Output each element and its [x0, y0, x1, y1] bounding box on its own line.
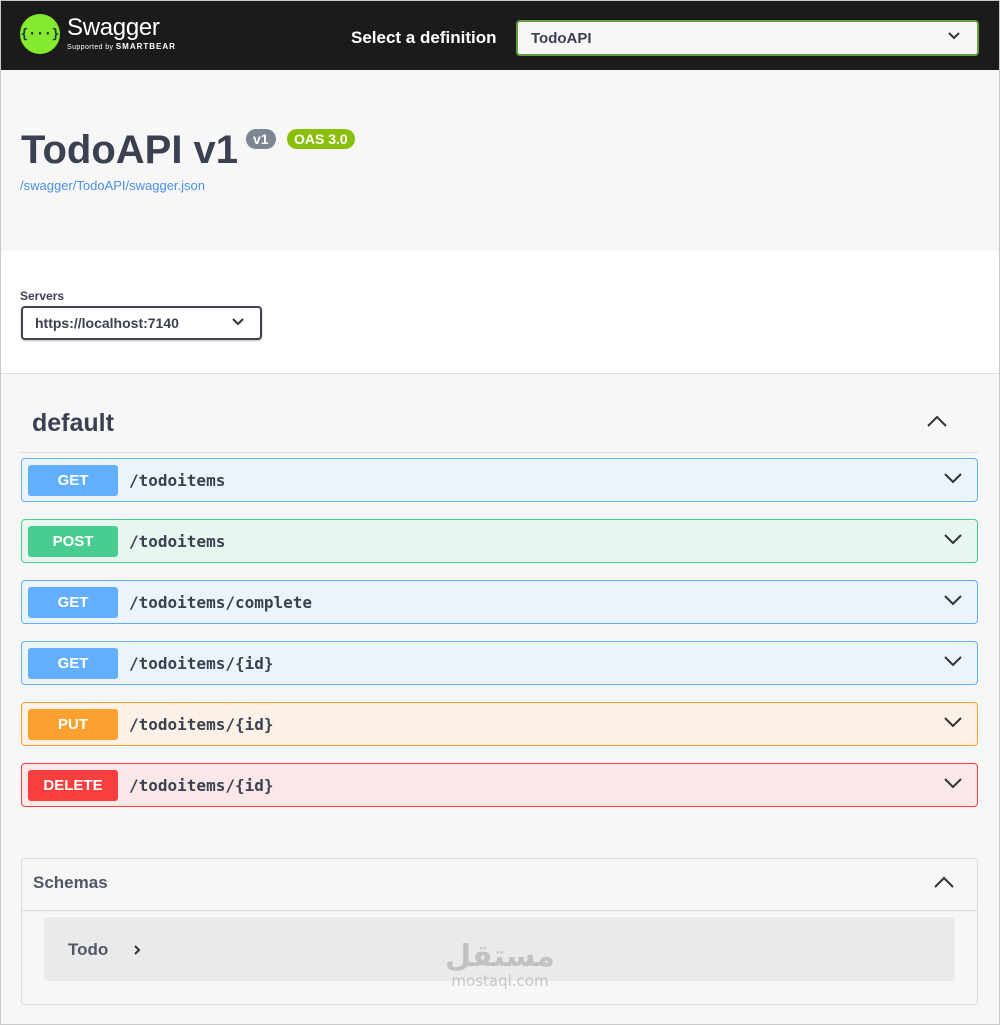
method-badge: GET — [28, 465, 118, 496]
chevron-down-icon[interactable] — [943, 471, 963, 485]
servers-section: Servers https://localhost:7140 — [1, 251, 999, 374]
method-badge: GET — [28, 648, 118, 679]
chevron-up-icon[interactable] — [926, 414, 948, 428]
method-badge: PUT — [28, 709, 118, 740]
chevron-down-icon[interactable] — [943, 654, 963, 668]
watermark-latin: mostaql.com — [451, 972, 549, 990]
definition-label: Select a definition — [351, 28, 497, 47]
operation-row[interactable]: GET /todoitems — [21, 458, 978, 502]
chevron-down-icon[interactable] — [943, 715, 963, 729]
operation-row[interactable]: POST /todoitems — [21, 519, 978, 563]
chevron-up-icon[interactable] — [933, 875, 955, 889]
schemas-header[interactable]: Schemas — [22, 859, 977, 911]
operations-section: default GET /todoitems POST /todoitems G… — [1, 374, 999, 1024]
chevron-right-icon[interactable] — [132, 944, 142, 956]
api-title: TodoAPI v1 — [21, 128, 239, 172]
operation-path: /todoitems — [129, 532, 226, 551]
logo-subtitle: Supported by SMARTBEAR — [67, 42, 176, 51]
definition-select[interactable]: TodoAPI — [516, 20, 979, 56]
server-value: https://localhost:7140 — [35, 315, 179, 331]
operation-row[interactable]: GET /todoitems/{id} — [21, 641, 978, 685]
chevron-down-icon — [232, 318, 244, 326]
method-badge: GET — [28, 587, 118, 618]
watermark: مستقل mostaql.com — [435, 939, 565, 991]
info-section: TodoAPI v1 v1 OAS 3.0 /swagger/TodoAPI/s… — [1, 70, 999, 251]
logo-name: Swagger — [67, 14, 160, 41]
watermark-arabic: مستقل — [445, 939, 555, 974]
operation-row[interactable]: PUT /todoitems/{id} — [21, 702, 978, 746]
method-badge: DELETE — [28, 770, 118, 801]
chevron-down-icon — [948, 32, 960, 40]
tag-header-default[interactable]: default — [21, 398, 978, 453]
method-badge: POST — [28, 526, 118, 557]
chevron-down-icon[interactable] — [943, 776, 963, 790]
tag-name: default — [32, 409, 114, 437]
chevron-down-icon[interactable] — [943, 532, 963, 546]
operation-path: /todoitems/{id} — [129, 715, 274, 734]
operation-path: /todoitems — [129, 471, 226, 490]
swagger-logo[interactable]: {···} Swagger Supported by SMARTBEAR — [20, 14, 176, 54]
servers-label: Servers — [20, 289, 65, 303]
operation-row[interactable]: GET /todoitems/complete — [21, 580, 978, 624]
spec-url-link[interactable]: /swagger/TodoAPI/swagger.json — [20, 178, 205, 193]
oas-badge: OAS 3.0 — [287, 129, 355, 149]
operation-path: /todoitems/{id} — [129, 654, 274, 673]
definition-value: TodoAPI — [531, 30, 592, 47]
servers-select[interactable]: https://localhost:7140 — [21, 306, 262, 340]
top-bar: {···} Swagger Supported by SMARTBEAR Sel… — [1, 1, 999, 70]
swagger-logo-icon: {···} — [20, 14, 60, 54]
version-badge: v1 — [246, 129, 276, 149]
chevron-down-icon[interactable] — [943, 593, 963, 607]
operation-row[interactable]: DELETE /todoitems/{id} — [21, 763, 978, 807]
operation-path: /todoitems/complete — [129, 593, 313, 612]
schemas-title: Schemas — [33, 873, 108, 892]
schema-model-name: Todo — [68, 940, 109, 959]
operation-path: /todoitems/{id} — [129, 776, 274, 795]
